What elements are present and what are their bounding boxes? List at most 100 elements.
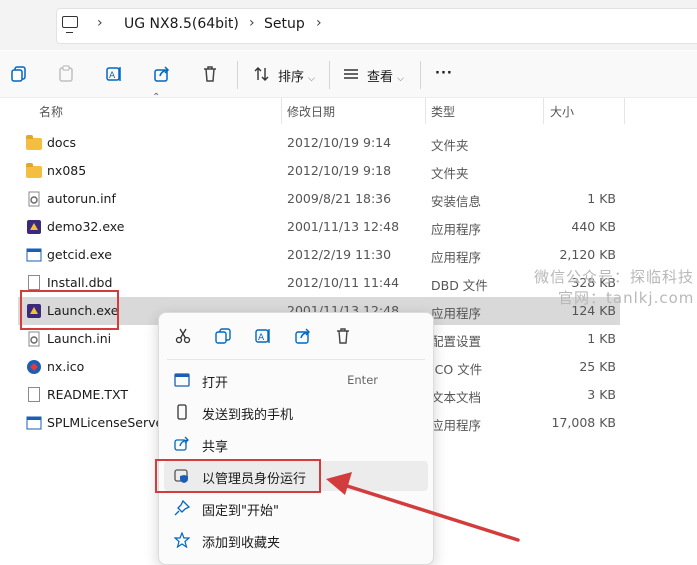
context-menu: A 打开 Enter 发送到我的手机 共享 以管理员身份运行 固定到"开始" 添… — [158, 312, 434, 565]
folder-icon — [26, 135, 42, 150]
column-header-name[interactable]: 名称 — [39, 103, 63, 120]
file-name: Launch.ini — [47, 331, 112, 346]
file-row[interactable]: docs 2012/10/19 9:14 文件夹 — [18, 129, 620, 157]
file-type: 应用程序 — [431, 306, 482, 321]
file-type: 配置设置 — [431, 334, 482, 349]
file-row[interactable]: getcid.exe 2012/2/19 11:30 应用程序 2,120 KB — [18, 241, 620, 269]
file-size: 2,120 KB — [559, 247, 616, 262]
folder-icon — [26, 163, 42, 178]
menu-item-send-to-phone[interactable]: 发送到我的手机 — [164, 397, 428, 427]
address-bar-area: › UG NX8.5(64bit) › Setup › — [0, 0, 697, 50]
menu-item-label: 发送到我的手机 — [202, 408, 294, 423]
file-name: docs — [47, 135, 76, 150]
file-name: nx085 — [47, 163, 87, 178]
menu-item-label: 添加到收藏夹 — [202, 536, 281, 551]
copy-icon[interactable] — [214, 327, 232, 345]
rename-icon[interactable]: A — [105, 65, 125, 85]
ico-icon — [26, 359, 42, 375]
file-date: 2001/11/13 12:48 — [287, 219, 400, 234]
chevron-right-icon: › — [97, 15, 103, 31]
sort-up-icon: ⌃ — [152, 92, 161, 103]
phone-icon — [174, 404, 190, 420]
sort-button[interactable]: 排序 ⌵ — [278, 66, 315, 85]
svg-text:A: A — [109, 71, 116, 81]
file-icon — [28, 387, 40, 402]
sort-icon[interactable] — [253, 65, 273, 85]
file-name: demo32.exe — [47, 219, 125, 234]
file-type: 应用程序 — [431, 222, 482, 237]
file-type: 安装信息 — [431, 194, 482, 209]
file-name: SPLMLicenseServer — [47, 415, 169, 430]
column-header-size[interactable]: 大小 — [550, 103, 574, 120]
view-icon[interactable] — [342, 65, 362, 85]
column-divider[interactable] — [543, 98, 544, 124]
menu-item-add-to-favorites[interactable]: 添加到收藏夹 — [164, 525, 428, 555]
file-name: nx.ico — [47, 359, 85, 374]
highlight-box — [20, 290, 119, 330]
file-date: 2012/10/11 11:44 — [287, 275, 400, 290]
file-size: 25 KB — [579, 359, 616, 374]
settings-file-icon — [26, 331, 42, 347]
file-row[interactable]: nx085 2012/10/19 9:18 文件夹 — [18, 157, 620, 185]
file-type: ICO 文件 — [431, 362, 483, 377]
file-name: Install.dbd — [47, 275, 113, 290]
file-type: 文件夹 — [431, 138, 469, 153]
settings-file-icon — [26, 191, 42, 207]
menu-item-open[interactable]: 打开 Enter — [164, 365, 428, 395]
watermark-text: 微信公众号：探临科技 — [534, 268, 695, 286]
star-icon — [173, 531, 191, 549]
file-name: README.TXT — [47, 387, 129, 402]
file-size: 1 KB — [587, 331, 616, 346]
window-app-icon — [26, 415, 42, 431]
file-date: 2009/8/21 18:36 — [287, 191, 392, 206]
column-header-date[interactable]: 修改日期 — [287, 103, 335, 120]
computer-icon[interactable] — [62, 16, 78, 33]
column-divider[interactable] — [624, 98, 625, 124]
delete-icon[interactable] — [201, 65, 221, 85]
share-icon[interactable] — [294, 327, 312, 345]
share-icon[interactable] — [153, 65, 173, 85]
file-row[interactable]: autorun.inf 2009/8/21 18:36 安装信息 1 KB — [18, 185, 620, 213]
context-menu-quick-actions: A — [159, 313, 433, 359]
menu-item-label: 打开 — [202, 376, 229, 391]
menu-item-pin-to-start[interactable]: 固定到"开始" — [164, 493, 428, 523]
file-type: 文件夹 — [431, 166, 469, 181]
pin-icon — [174, 499, 191, 516]
chevron-right-icon: › — [249, 15, 255, 31]
share-icon — [174, 436, 190, 452]
file-name: autorun.inf — [47, 191, 116, 206]
toolbar-divider — [420, 61, 421, 89]
file-type: 应用程序 — [431, 418, 482, 433]
breadcrumb-current[interactable]: Setup — [264, 16, 305, 32]
column-header-type[interactable]: 类型 — [431, 103, 455, 120]
svg-text:A: A — [258, 333, 265, 343]
menu-divider — [167, 359, 425, 360]
file-type: DBD 文件 — [431, 278, 488, 293]
cut-icon[interactable] — [174, 327, 192, 345]
app-icon — [26, 219, 42, 235]
window-app-icon — [26, 247, 42, 263]
file-name: getcid.exe — [47, 247, 112, 262]
new-icon[interactable] — [10, 65, 30, 85]
menu-item-label: 共享 — [202, 440, 229, 455]
paste-icon[interactable] — [57, 65, 77, 85]
view-button[interactable]: 查看 ⌵ — [367, 66, 404, 85]
delete-icon[interactable] — [334, 327, 352, 345]
file-type: 文本文档 — [431, 390, 482, 405]
chevron-right-icon[interactable]: › — [316, 15, 322, 31]
file-row[interactable]: demo32.exe 2001/11/13 12:48 应用程序 440 KB — [18, 213, 620, 241]
breadcrumb-folder[interactable]: UG NX8.5(64bit) — [124, 16, 239, 32]
watermark-text: 官网：tanlkj.com — [558, 289, 695, 307]
file-size: 17,008 KB — [551, 415, 616, 430]
column-divider[interactable] — [281, 98, 282, 124]
menu-item-shortcut: Enter — [347, 373, 378, 387]
highlight-box — [155, 459, 321, 493]
column-divider[interactable] — [425, 98, 426, 124]
menu-item-share[interactable]: 共享 — [164, 429, 428, 459]
file-size: 440 KB — [571, 219, 616, 234]
file-date: 2012/10/19 9:14 — [287, 135, 392, 150]
open-icon — [174, 372, 190, 388]
command-bar: A — [0, 51, 697, 98]
rename-icon[interactable]: A — [254, 327, 272, 345]
more-options-button[interactable]: ··· — [435, 66, 453, 81]
